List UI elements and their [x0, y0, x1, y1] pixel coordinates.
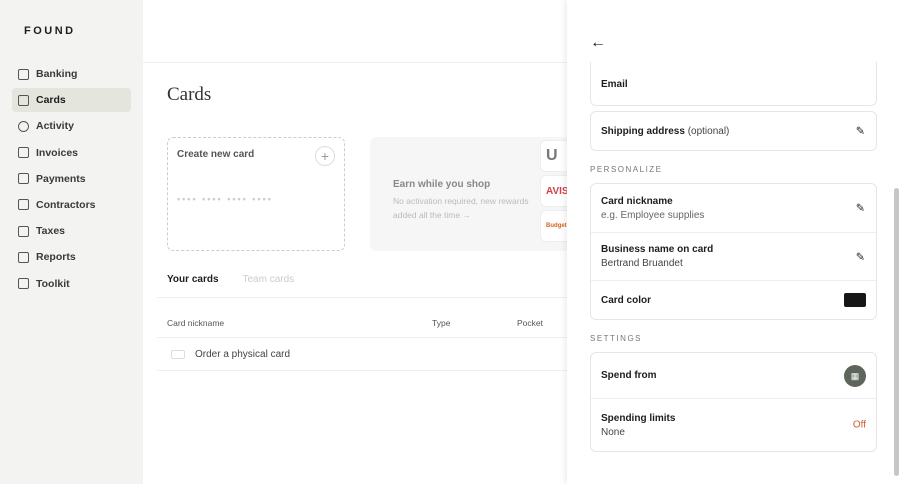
sidebar-item-label: Banking [36, 68, 78, 80]
partner-logo: U [540, 140, 570, 172]
order-physical-card-label: Order a physical card [195, 349, 291, 360]
send-icon [18, 173, 29, 185]
sidebar-item-label: Invoices [36, 146, 79, 159]
sidebar-item-payments[interactable]: Payments [12, 167, 131, 191]
scrollbar[interactable] [894, 188, 899, 476]
pocket-icon[interactable]: ▦ [844, 364, 866, 387]
personalize-section: Card nickname e.g. Employee supplies ✎ B… [590, 183, 877, 320]
optional-label: (optional) [687, 125, 730, 137]
card-settings-drawer: ← Email Shipping address (optional) ✎ PE… [567, 0, 900, 484]
card-tabs: Your cards Team cards [167, 274, 294, 298]
sidebar-item-reports[interactable]: Reports [12, 245, 131, 269]
sidebar-item-activity[interactable]: Activity [12, 114, 131, 138]
sidebar-item-label: Contractors [36, 198, 96, 211]
partner-logos: U AVIS Budget [540, 140, 570, 245]
sidebar-item-toolkit[interactable]: Toolkit [12, 272, 131, 296]
spending-limits-field[interactable]: Spending limits None Off [591, 399, 876, 451]
tab-divider [157, 297, 567, 298]
sidebar-item-taxes[interactable]: Taxes [12, 219, 131, 243]
create-card-button[interactable]: Create new card + •••• •••• •••• •••• [167, 137, 345, 251]
toolkit-icon [18, 278, 29, 289]
invoice-icon [18, 147, 29, 159]
settings-section: Spend from ▦ Spending limits None Off [590, 352, 877, 452]
sidebar-item-label: Activity [36, 120, 74, 133]
sidebar-item-label: Payments [36, 172, 86, 185]
spending-limits-value: None [601, 426, 625, 438]
sidebar-item-cards[interactable]: Cards [12, 88, 131, 113]
shipping-label: Shipping address [601, 125, 685, 137]
email-section: Email [590, 62, 877, 106]
header-divider [143, 62, 567, 63]
order-physical-card-row[interactable]: Order a physical card [157, 337, 567, 371]
business-name-field[interactable]: Business name on card Bertrand Bruandet … [591, 233, 876, 281]
personalize-heading: PERSONALIZE [590, 165, 663, 174]
create-card-label: Create new card [177, 149, 255, 160]
spend-from-field[interactable]: Spend from ▦ [591, 353, 876, 399]
contractor-icon [18, 199, 29, 211]
column-header-pocket: Pocket [517, 318, 543, 328]
spending-limits-label: Spending limits [601, 412, 676, 424]
card-color-swatch[interactable] [844, 293, 866, 307]
page-title: Cards [167, 84, 212, 105]
sidebar-item-contractors[interactable]: Contractors [12, 193, 131, 217]
business-name-label: Business name on card [601, 244, 714, 255]
chart-icon [18, 251, 29, 263]
shipping-section: Shipping address (optional) ✎ [590, 111, 877, 151]
sidebar: FOUND Banking Cards Activity Invoices Pa… [0, 0, 143, 484]
card-number-placeholder: •••• •••• •••• •••• [177, 194, 273, 204]
spending-limits-status: Off [852, 419, 866, 431]
email-label: Email [601, 78, 628, 90]
column-header-nickname: Card nickname [167, 318, 225, 328]
card-color-field[interactable]: Card color [591, 281, 876, 319]
nickname-label: Card nickname [601, 195, 673, 207]
pencil-icon[interactable]: ✎ [856, 125, 865, 138]
sidebar-item-label: Taxes [36, 225, 65, 238]
column-header-type: Type [432, 318, 451, 328]
settings-heading: SETTINGS [590, 334, 643, 343]
tab-team-cards[interactable]: Team cards [243, 274, 295, 298]
partner-logo: AVIS [540, 175, 570, 207]
card-nickname-field[interactable]: Card nickname e.g. Employee supplies ✎ [591, 184, 876, 233]
clock-icon [18, 120, 29, 132]
sidebar-nav: Banking Cards Activity Invoices Payments… [12, 62, 131, 298]
card-icon [171, 350, 185, 359]
pencil-icon[interactable]: ✎ [856, 202, 865, 215]
sidebar-item-label: Toolkit [36, 277, 70, 290]
logo: FOUND [24, 25, 76, 37]
rewards-subtitle[interactable]: No activation required, new rewards adde… [393, 194, 538, 222]
sidebar-item-label: Cards [36, 94, 66, 107]
email-field[interactable]: Email [591, 62, 876, 106]
shipping-address-field[interactable]: Shipping address (optional) ✎ [591, 112, 876, 150]
business-name-value: Bertrand Bruandet [601, 258, 683, 269]
plus-icon: + [315, 146, 335, 166]
tab-your-cards[interactable]: Your cards [167, 274, 219, 298]
sidebar-item-invoices[interactable]: Invoices [12, 141, 131, 165]
partner-logo: Budget [540, 210, 570, 242]
card-color-label: Card color [601, 294, 652, 306]
card-icon [18, 94, 29, 106]
sidebar-item-label: Reports [36, 251, 76, 264]
nickname-placeholder: e.g. Employee supplies [601, 209, 705, 221]
tax-icon [18, 225, 29, 237]
pencil-icon[interactable]: ✎ [856, 250, 865, 263]
spend-from-label: Spend from [601, 370, 657, 381]
rewards-banner[interactable]: Earn while you shop No activation requir… [370, 137, 570, 251]
main-content: Cards Create new card + •••• •••• •••• •… [143, 0, 570, 484]
sidebar-item-banking[interactable]: Banking [12, 62, 131, 86]
bank-icon [18, 68, 29, 80]
back-arrow-icon[interactable]: ← [590, 34, 606, 52]
rewards-title: Earn while you shop [393, 179, 491, 190]
